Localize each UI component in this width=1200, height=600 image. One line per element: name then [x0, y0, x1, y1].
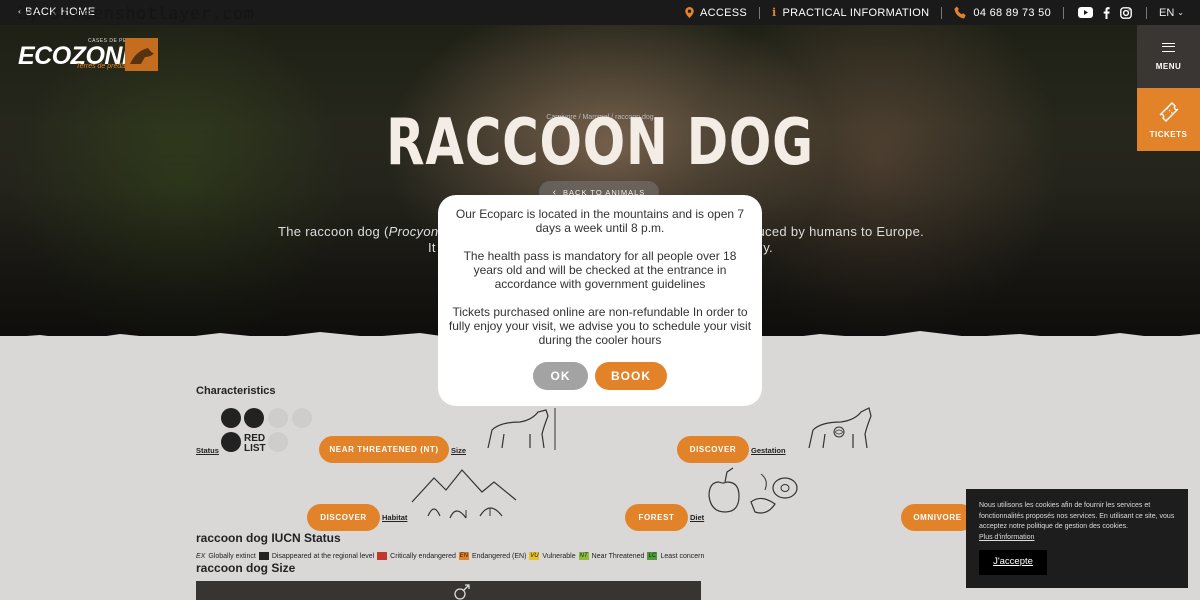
svg-text:LIST: LIST — [244, 443, 266, 454]
legend-label: Near Threatened — [591, 552, 645, 560]
size-label: Size — [451, 446, 467, 455]
legend-label: Least concern — [660, 552, 705, 560]
legend-code: EX — [196, 552, 206, 560]
youtube-icon[interactable] — [1078, 7, 1094, 18]
legend-label: Vulnerable — [542, 552, 576, 560]
info-icon: i — [772, 6, 777, 19]
menu-label: MENU — [1155, 61, 1182, 71]
predator-icon — [130, 48, 154, 64]
legend-swatch — [377, 552, 388, 560]
menu-button[interactable]: MENU — [1137, 25, 1200, 88]
modal-health-pass: The health pass is mandatory for all peo… — [463, 249, 737, 291]
legend-swatch: VU — [529, 552, 540, 560]
access-label: ACCESS — [700, 6, 748, 19]
cookie-text: Nous utilisons les cookies afin de fourn… — [979, 502, 1175, 530]
watermark: by screenshotlayer.com — [18, 4, 255, 24]
modal-opening-hours: Our Ecoparc is located in the mountains … — [455, 207, 745, 235]
modal-book-button[interactable]: BOOK — [595, 362, 667, 390]
gestation-sketch-icon — [808, 407, 872, 449]
iucn-legend: EX Globally extinct Disappeared at the r… — [196, 552, 704, 560]
instagram-icon[interactable] — [1120, 6, 1132, 19]
diet-label: Diet — [690, 513, 705, 522]
cookie-accept-button[interactable]: J'accepte — [979, 550, 1047, 575]
modal-ok-button[interactable]: OK — [533, 362, 588, 390]
intro-text-part: The raccoon dog ( — [278, 224, 389, 239]
practical-info-label: PRACTICAL INFORMATION — [782, 6, 930, 19]
size-illustration-panel — [196, 581, 701, 600]
legend-label: Endangered (EN) — [471, 552, 527, 560]
logo-badge — [125, 38, 158, 71]
iucn-status-title: raccoon dog IUCN Status — [196, 531, 341, 545]
legend-swatch: NT — [578, 552, 589, 560]
intro-line2-start: It — [428, 240, 436, 255]
info-modal: Our Ecoparc is located in the mountains … — [438, 195, 762, 406]
legend-swatch: EN — [458, 552, 469, 560]
language-label: EN — [1159, 6, 1175, 19]
page-title: RACCOON DOG — [386, 106, 814, 180]
diet-value-badge[interactable]: OMNIVORE — [901, 504, 974, 531]
practical-info-link[interactable]: i PRACTICAL INFORMATION — [760, 6, 941, 19]
habitat-discover-button[interactable]: DISCOVER — [307, 504, 380, 531]
access-link[interactable]: ACCESS — [673, 7, 759, 19]
diet-sketch-icon — [708, 467, 798, 514]
gestation-label: Gestation — [751, 446, 786, 455]
phone-link[interactable]: 04 68 89 73 50 — [942, 6, 1063, 19]
cookie-more-info-link[interactable]: Plus d'information — [979, 534, 1034, 541]
habitat-sketch-icon — [411, 469, 517, 519]
iucn-red-list-logo: RED LIST — [221, 408, 312, 454]
social-links — [1064, 6, 1146, 19]
modal-refund-policy: Tickets purchased online are non-refunda… — [448, 305, 752, 347]
phone-icon — [954, 6, 967, 19]
legend-label: Disappeared at the regional level — [271, 552, 375, 560]
male-symbol-icon — [454, 584, 470, 600]
characteristics-title: Characteristics — [196, 385, 276, 397]
tickets-button[interactable]: TICKETS — [1137, 88, 1200, 151]
chevron-down-icon: ⌄ — [1177, 8, 1184, 17]
legend-swatch: LC — [647, 552, 658, 560]
status-badge[interactable]: NEAR THREATENED (NT) — [319, 436, 449, 463]
ecozonia-logo[interactable]: CASES DE PENE 66 ECOZONIA Terres de préd… — [18, 38, 158, 72]
habitat-value-badge[interactable]: FOREST — [625, 504, 688, 531]
hamburger-icon — [1162, 42, 1175, 52]
size-section-title: raccoon dog Size — [196, 561, 296, 575]
intro-line1-end: duced by humans to Europe. — [750, 224, 925, 239]
top-nav: ACCESS i PRACTICAL INFORMATION 04 68 89 … — [673, 0, 1200, 25]
facebook-icon[interactable] — [1103, 6, 1110, 19]
habitat-label: Habitat — [382, 513, 408, 522]
tickets-label: TICKETS — [1149, 130, 1188, 139]
legend-label: Globally extinct — [208, 552, 256, 560]
ticket-icon — [1159, 102, 1178, 122]
size-discover-button[interactable]: DISCOVER — [677, 436, 749, 463]
status-label: Status — [196, 446, 219, 455]
map-pin-icon — [685, 7, 694, 18]
size-sketch-icon — [487, 408, 556, 450]
legend-label: Critically endangered — [390, 552, 456, 560]
cookie-banner: Nous utilisons les cookies afin de fourn… — [966, 489, 1188, 588]
legend-swatch — [258, 552, 269, 560]
language-selector[interactable]: EN ⌄ — [1147, 7, 1200, 19]
phone-number: 04 68 89 73 50 — [973, 6, 1052, 19]
